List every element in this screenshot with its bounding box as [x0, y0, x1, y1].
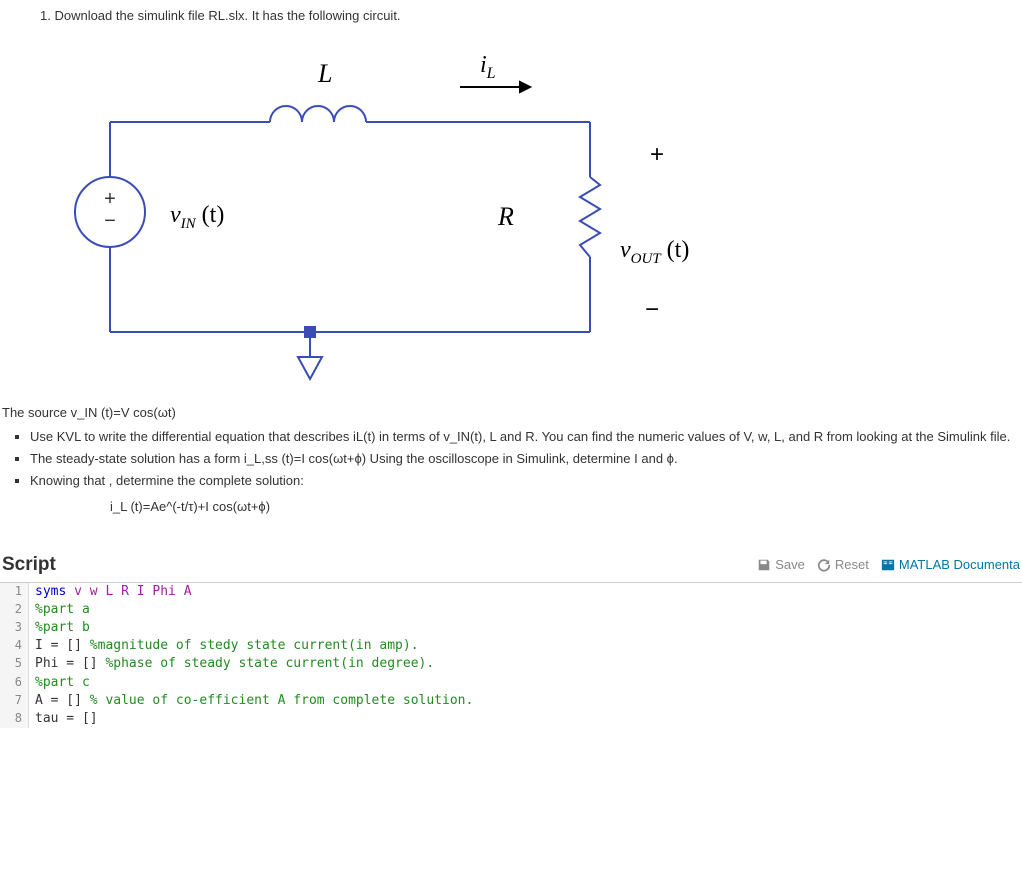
svg-text:vOUT (t): vOUT (t) [620, 237, 689, 267]
source-equation: The source v_IN (t)=V cos(ωt) [2, 405, 1022, 420]
matlab-doc-link[interactable]: MATLAB Documenta [881, 557, 1020, 572]
svg-text:+: + [650, 141, 664, 168]
list-item: Knowing that , determine the complete so… [30, 472, 1022, 490]
book-icon [881, 558, 895, 572]
instruction-list: Use KVL to write the differential equati… [30, 428, 1022, 491]
code-editor[interactable]: 1syms v w L R I Phi A 2%part a 3%part b … [0, 582, 1022, 729]
list-item: Use KVL to write the differential equati… [30, 428, 1022, 446]
svg-text:−: − [645, 296, 659, 323]
question-intro: 1. Download the simulink file RL.slx. It… [40, 8, 1022, 23]
doc-label: MATLAB Documenta [899, 557, 1020, 572]
save-button[interactable]: Save [757, 557, 805, 572]
svg-text:vIN (t): vIN (t) [170, 202, 224, 232]
save-label: Save [775, 557, 805, 572]
svg-text:L: L [317, 59, 332, 88]
reset-label: Reset [835, 557, 869, 572]
reset-icon [817, 558, 831, 572]
list-item: The steady-state solution has a form i_L… [30, 450, 1022, 468]
svg-text:R: R [497, 202, 514, 231]
circuit-diagram: + − L iL R [60, 27, 700, 387]
script-title: Script [2, 554, 56, 576]
reset-button[interactable]: Reset [817, 557, 869, 572]
svg-text:iL: iL [480, 52, 496, 82]
script-toolbar: Save Reset MATLAB Documenta [757, 557, 1020, 572]
save-icon [757, 558, 771, 572]
svg-text:+: + [104, 188, 116, 210]
complete-solution-eqn: i_L (t)=Ae^(-t/τ)+I cos(ωt+ϕ) [110, 499, 1022, 514]
svg-text:−: − [104, 210, 116, 232]
